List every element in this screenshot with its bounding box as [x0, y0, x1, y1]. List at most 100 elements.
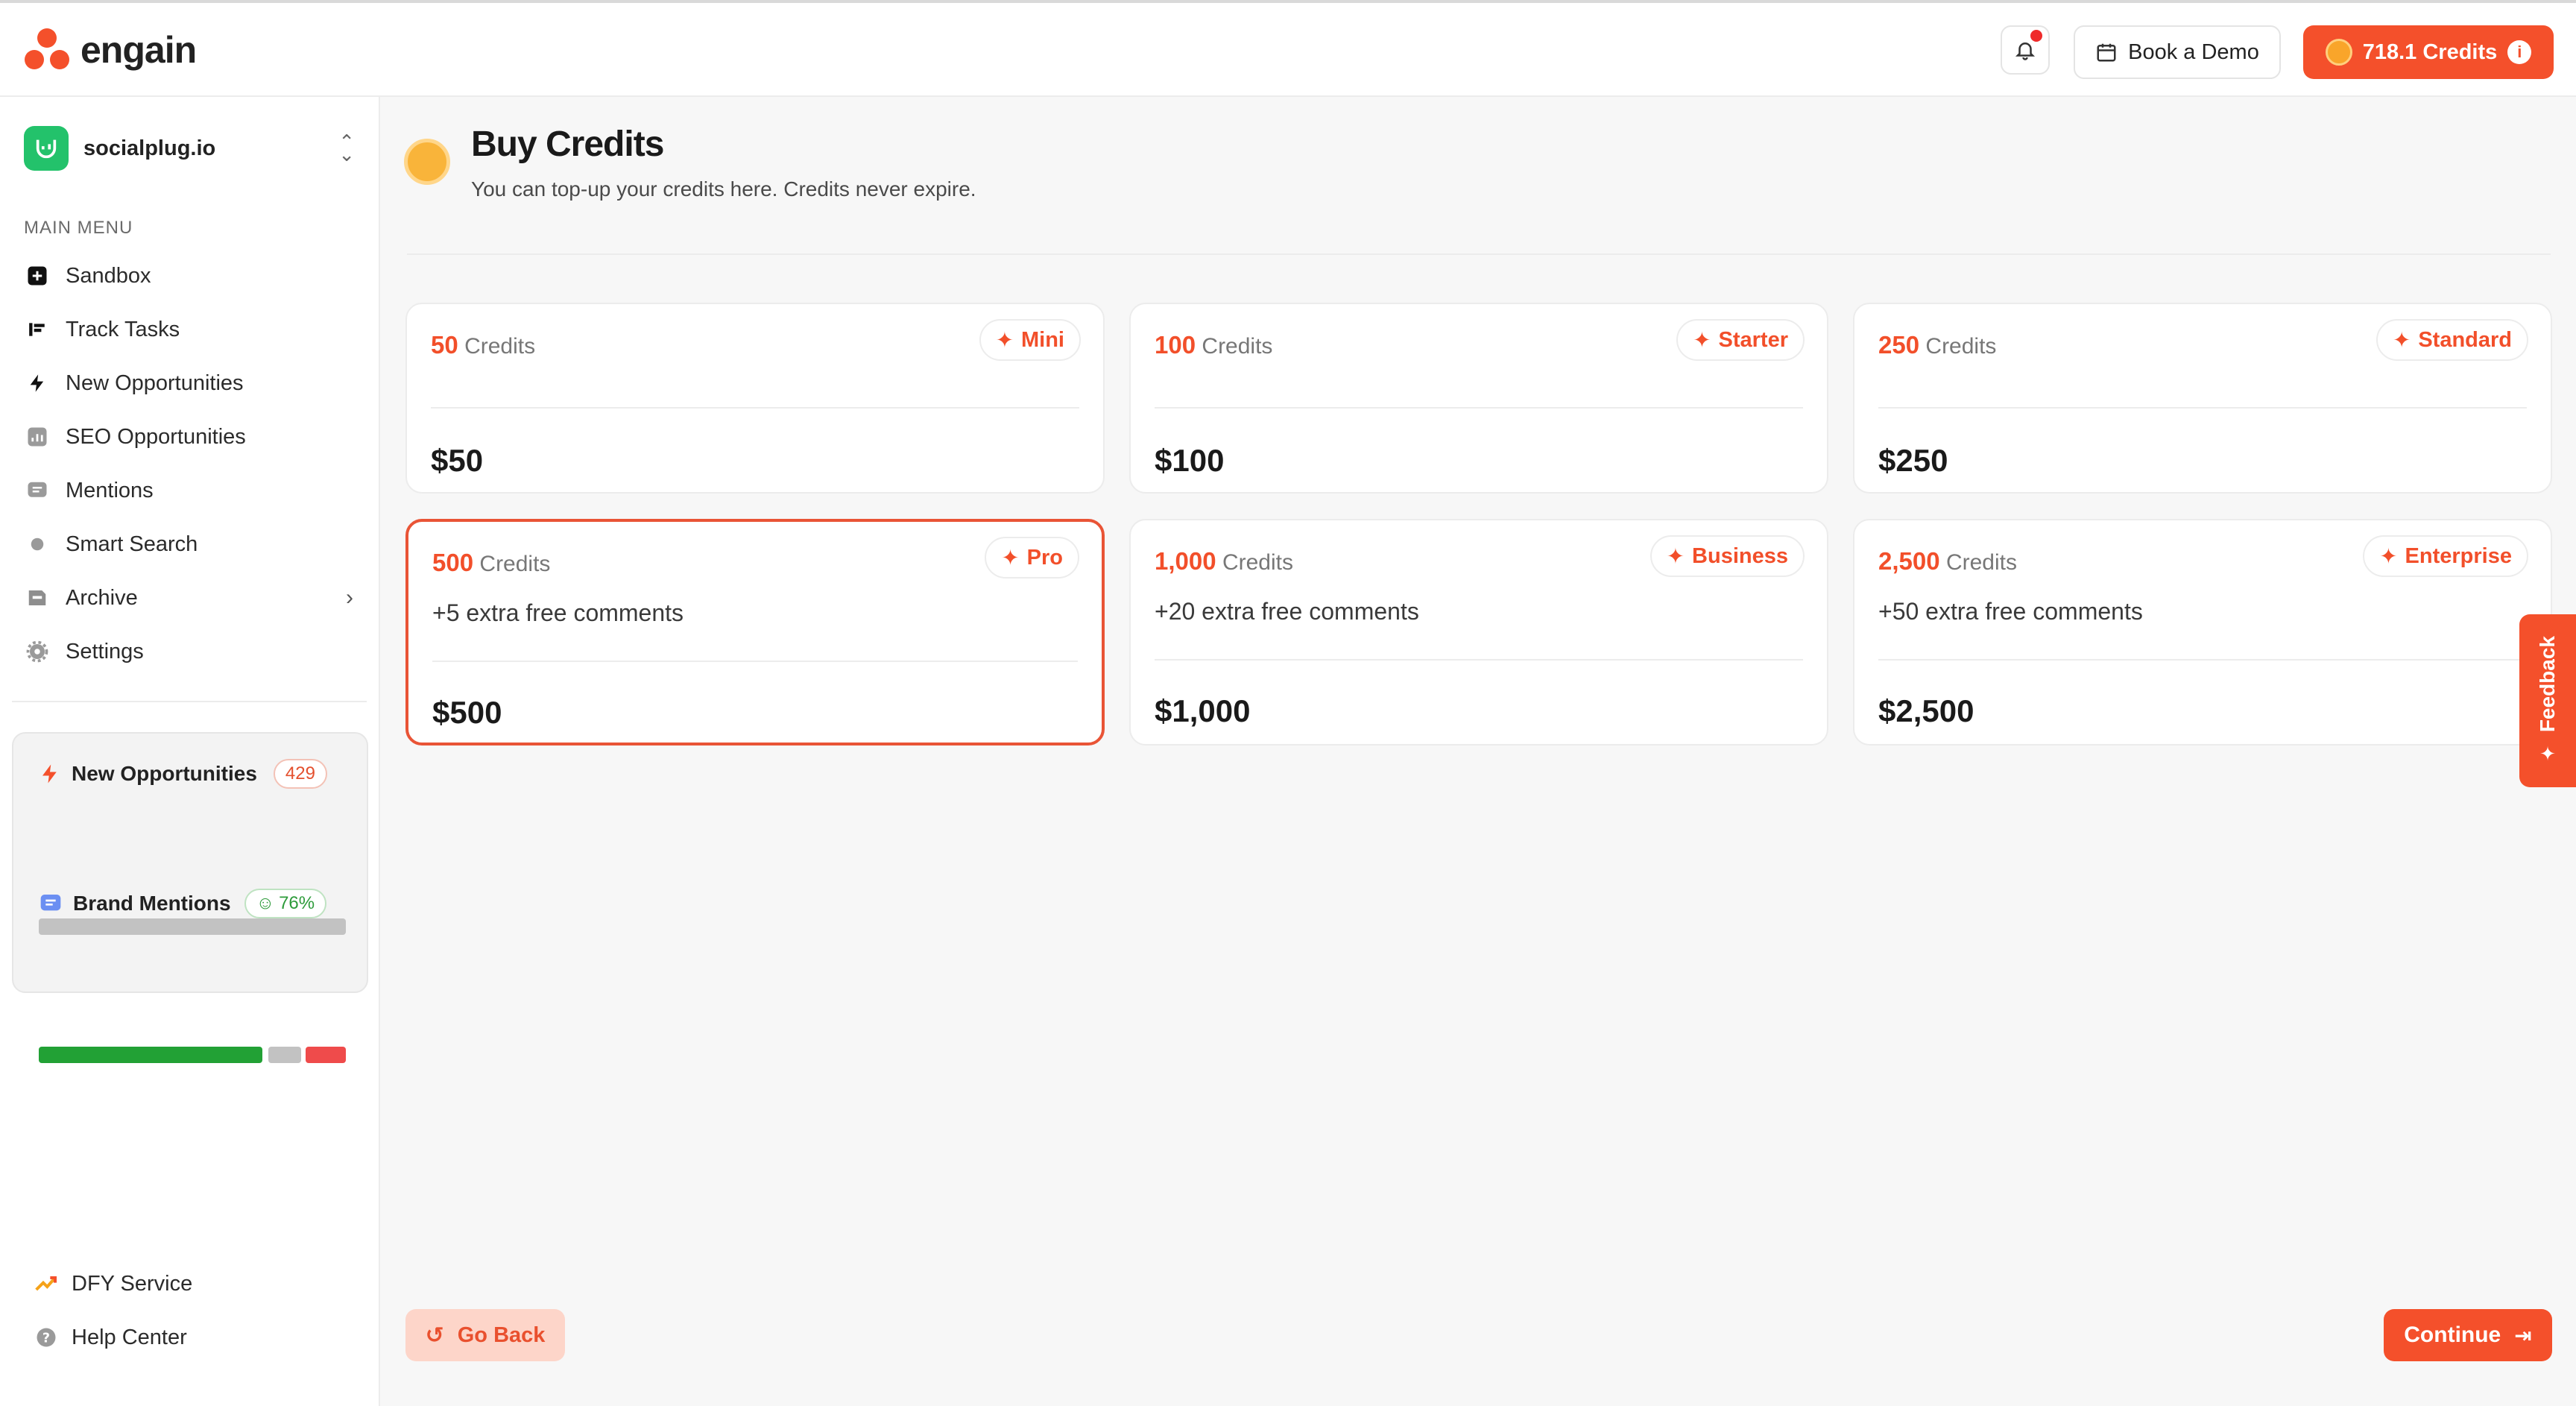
- continue-label: Continue: [2404, 1323, 2501, 1347]
- header-divider: [407, 253, 2551, 255]
- continue-button[interactable]: Continue ⇥: [2384, 1309, 2552, 1361]
- sidebar-item-settings[interactable]: Settings: [24, 625, 359, 678]
- package-credits: 1,000 Credits: [1155, 547, 1293, 575]
- package-price: $250: [1878, 443, 1948, 478]
- credit-package-card[interactable]: 100 Credits ✦ Starter $100: [1129, 303, 1828, 494]
- chevron-right-icon: ›: [346, 585, 353, 610]
- sidebar-item-archive[interactable]: Archive ›: [24, 571, 359, 625]
- feedback-tab[interactable]: Feedback ✦: [2519, 614, 2576, 787]
- card-divider: [431, 407, 1079, 409]
- credits-button[interactable]: 718.1 Credits i: [2303, 25, 2554, 79]
- package-price: $2,500: [1878, 693, 1974, 728]
- sparkle-icon: ✦: [2539, 743, 2556, 766]
- sidebar-item-label: Track Tasks: [66, 317, 180, 341]
- sidebar-item-new-opportunities[interactable]: New Opportunities: [24, 356, 359, 410]
- info-icon[interactable]: i: [2507, 40, 2532, 64]
- coin-icon: [2325, 39, 2352, 66]
- workspace-logo-icon: [24, 126, 69, 171]
- package-credits: 250 Credits: [1878, 331, 1997, 359]
- brand-mentions-percent: 76%: [279, 893, 315, 913]
- package-tag: ✦ Enterprise: [2363, 535, 2528, 577]
- sparkle-icon: ✦: [2379, 544, 2398, 569]
- go-back-label: Go Back: [457, 1323, 546, 1347]
- trend-icon: [33, 1270, 60, 1297]
- message-icon: [24, 477, 51, 504]
- package-credits: 500 Credits: [432, 549, 551, 576]
- workspace-name: socialplug.io: [83, 136, 216, 160]
- brand-mentions-percent-badge: ☺ 76%: [244, 889, 327, 918]
- svg-text:?: ?: [42, 1331, 50, 1346]
- bell-icon: [2015, 42, 2036, 60]
- credits-balance: 718.1 Credits: [2362, 40, 2498, 64]
- sidebar-bottom: DFY Service ? Help Center: [33, 1257, 361, 1364]
- feedback-label: Feedback: [2536, 635, 2559, 733]
- sparkle-icon: ✦: [1001, 546, 1020, 570]
- package-credits: 2,500 Credits: [1878, 547, 2017, 575]
- package-credits: 100 Credits: [1155, 331, 1273, 359]
- go-back-button[interactable]: ↺ Go Back: [405, 1309, 565, 1361]
- new-opportunities-stat[interactable]: New Opportunities 429: [39, 759, 327, 789]
- credit-package-card-selected[interactable]: 500 Credits ✦ Pro +5 extra free comments …: [405, 519, 1105, 745]
- sidebar-item-sandbox[interactable]: Sandbox: [24, 249, 359, 303]
- sidebar-item-label: Archive: [66, 585, 138, 610]
- brand-logo[interactable]: engain: [22, 25, 197, 75]
- message-icon: [40, 895, 61, 911]
- card-divider: [1155, 659, 1803, 661]
- sidebar-item-label: Smart Search: [66, 532, 198, 556]
- credit-package-card[interactable]: 2,500 Credits ✦ Enterprise +50 extra free…: [1853, 519, 2552, 745]
- sidebar-item-help-center[interactable]: ? Help Center: [33, 1311, 361, 1364]
- sparkle-icon: ✦: [2393, 328, 2411, 353]
- main-menu: Sandbox Track Tasks New Opportunities SE…: [24, 249, 359, 678]
- sidebar-item-seo-opportunities[interactable]: SEO Opportunities: [24, 410, 359, 464]
- coins-icon: [404, 139, 450, 185]
- sidebar-item-label: Sandbox: [66, 263, 151, 288]
- lightning-icon: [42, 764, 57, 784]
- package-price: $50: [431, 443, 484, 478]
- package-extra: +20 extra free comments: [1155, 598, 1419, 625]
- new-opportunities-bar: [39, 918, 346, 935]
- sidebar-item-label: New Opportunities: [66, 371, 244, 395]
- engain-logo-icon: [25, 28, 69, 69]
- book-demo-button[interactable]: Book a Demo: [2074, 25, 2281, 79]
- package-tag: ✦ Standard: [2376, 319, 2528, 361]
- plus-square-icon: [24, 262, 51, 289]
- package-credits: 50 Credits: [431, 331, 536, 359]
- main-menu-title: MAIN MENU: [24, 218, 133, 238]
- card-divider: [1878, 659, 2527, 661]
- calendar-icon: [2097, 43, 2116, 62]
- card-divider: [1155, 407, 1803, 409]
- credit-package-card[interactable]: 1,000 Credits ✦ Business +20 extra free c…: [1129, 519, 1828, 745]
- credit-package-card[interactable]: 250 Credits ✦ Standard $250: [1853, 303, 2552, 494]
- stat-label: Brand Mentions: [73, 892, 231, 915]
- sidebar-item-mentions[interactable]: Mentions: [24, 464, 359, 517]
- new-opportunities-count-badge: 429: [273, 759, 327, 789]
- card-divider: [1878, 407, 2527, 409]
- package-tag: ✦ Starter: [1676, 319, 1805, 361]
- list-icon: [24, 316, 51, 343]
- help-icon: ?: [33, 1324, 60, 1351]
- archive-icon: [24, 584, 51, 611]
- package-extra: +50 extra free comments: [1878, 598, 2143, 625]
- sidebar-item-label: Settings: [66, 639, 144, 663]
- book-demo-label: Book a Demo: [2128, 40, 2259, 64]
- undo-arrow-icon: ↺: [425, 1323, 444, 1348]
- package-tag: ✦ Business: [1650, 535, 1805, 577]
- credit-package-card[interactable]: 50 Credits ✦ Mini $50: [405, 303, 1105, 494]
- page-subtitle: You can top-up your credits here. Credit…: [471, 177, 976, 201]
- workspace-switcher[interactable]: socialplug.io ⌃ ⌄: [24, 124, 359, 173]
- gear-icon: [24, 638, 51, 665]
- sidebar-divider: [12, 701, 367, 702]
- stat-label: New Opportunities: [72, 762, 257, 785]
- notifications-button[interactable]: [2001, 25, 2050, 75]
- search-dot-icon: [24, 531, 51, 558]
- sparkle-icon: ✦: [1666, 544, 1685, 569]
- brand-mentions-stat[interactable]: Brand Mentions ☺ 76%: [39, 889, 327, 918]
- sentiment-bar-neutral: [268, 1047, 301, 1063]
- brand-name: engain: [80, 29, 197, 71]
- sidebar-item-smart-search[interactable]: Smart Search: [24, 517, 359, 571]
- card-divider: [432, 661, 1078, 662]
- smile-icon: ☺: [256, 893, 275, 913]
- sidebar-item-dfy-service[interactable]: DFY Service: [33, 1257, 361, 1311]
- sidebar-item-track-tasks[interactable]: Track Tasks: [24, 303, 359, 356]
- stats-card: New Opportunities 429 Brand Mentions ☺ 7…: [12, 732, 368, 1063]
